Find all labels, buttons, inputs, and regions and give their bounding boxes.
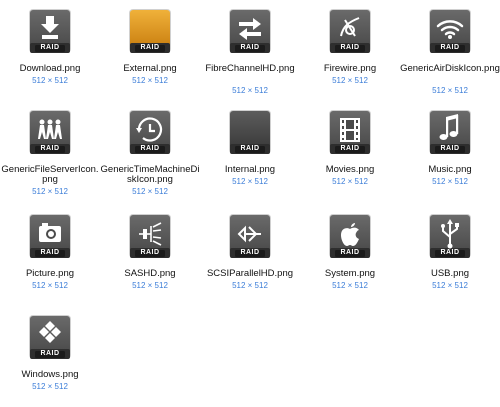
file-name: Firewire.png (323, 63, 377, 74)
raid-badge: RAID (240, 145, 260, 152)
sas-icon[interactable]: RAID (125, 211, 175, 261)
raid-badge: RAID (340, 44, 360, 51)
raid-badge: RAID (40, 44, 60, 51)
file-dimensions: 512 × 512 (332, 281, 368, 290)
file-item[interactable]: RAID Firewire.png 512 × 512 (300, 6, 400, 98)
raid-badge: RAID (240, 44, 260, 51)
external-drive-icon[interactable]: RAID (125, 6, 175, 56)
file-grid: RAID Download.png 512 × 512 RAID External.p… (0, 0, 500, 407)
file-name: Windows.png (21, 369, 79, 380)
file-item[interactable]: RAID GenericFileServerIcon.png 512 × 512 (0, 107, 100, 199)
file-item[interactable]: RAID Windows.png 512 × 512 (0, 312, 100, 404)
download-arrow-icon[interactable]: RAID (25, 6, 75, 56)
file-dimensions: 512 × 512 (32, 187, 68, 196)
fibre-channel-icon[interactable]: RAID (225, 6, 275, 56)
music-note-icon[interactable]: RAID (425, 107, 475, 157)
raid-badge: RAID (140, 249, 160, 256)
raid-badge: RAID (40, 249, 60, 256)
firewire-icon[interactable]: RAID (325, 6, 375, 56)
raid-badge: RAID (40, 145, 60, 152)
file-item[interactable]: RAID System.png 512 × 512 (300, 211, 400, 303)
file-dimensions: 512 × 512 (432, 177, 468, 186)
file-dimensions: 512 × 512 (132, 187, 168, 196)
file-dimensions: 512 × 512 (232, 86, 268, 95)
file-dimensions: 512 × 512 (332, 76, 368, 85)
file-item[interactable]: RAID GenericAirDiskIcon.png 512 × 512 (400, 6, 500, 98)
file-name: SCSIParallelHD.png (206, 268, 294, 279)
raid-badge: RAID (440, 145, 460, 152)
scsi-icon[interactable]: RAID (225, 211, 275, 261)
file-name: System.png (324, 268, 376, 279)
file-dimensions: 512 × 512 (132, 281, 168, 290)
film-icon[interactable]: RAID (325, 107, 375, 157)
file-item[interactable]: RAID SASHD.png 512 × 512 (100, 211, 200, 303)
file-item[interactable]: RAID External.png 512 × 512 (100, 6, 200, 98)
file-name: USB.png (430, 268, 470, 279)
people-icon[interactable]: RAID (25, 107, 75, 157)
raid-badge: RAID (140, 44, 160, 51)
file-dimensions: 512 × 512 (232, 281, 268, 290)
file-name: FibreChannelHD.png (205, 63, 295, 74)
file-item[interactable]: RAID Music.png 512 × 512 (400, 107, 500, 199)
internal-drive-icon[interactable]: RAID (225, 107, 275, 157)
file-name: External.png (123, 63, 177, 74)
wifi-icon[interactable]: RAID (425, 6, 475, 56)
file-item[interactable]: RAID Movies.png 512 × 512 (300, 107, 400, 199)
file-item[interactable]: RAID FibreChannelHD.png 512 × 512 (200, 6, 300, 98)
file-item[interactable]: RAID GenericTimeMachineDiskIcon.png 512 × … (100, 107, 200, 199)
time-machine-icon[interactable]: RAID (125, 107, 175, 157)
file-name: GenericFileServerIcon.png (1, 164, 99, 185)
file-name: Picture.png (25, 268, 75, 279)
file-item[interactable]: RAID Download.png 512 × 512 (0, 6, 100, 98)
file-name: Movies.png (325, 164, 375, 175)
file-dimensions: 512 × 512 (332, 177, 368, 186)
camera-icon[interactable]: RAID (25, 211, 75, 261)
windows-icon[interactable]: RAID (25, 312, 75, 362)
raid-badge: RAID (340, 145, 360, 152)
file-item[interactable]: RAID USB.png 512 × 512 (400, 211, 500, 303)
file-dimensions: 512 × 512 (32, 382, 68, 391)
file-dimensions: 512 × 512 (432, 86, 468, 95)
raid-badge: RAID (340, 249, 360, 256)
file-name: Internal.png (224, 164, 276, 175)
apple-icon[interactable]: RAID (325, 211, 375, 261)
raid-badge: RAID (440, 249, 460, 256)
file-dimensions: 512 × 512 (232, 177, 268, 186)
file-item[interactable]: RAID SCSIParallelHD.png 512 × 512 (200, 211, 300, 303)
file-dimensions: 512 × 512 (32, 76, 68, 85)
file-dimensions: 512 × 512 (132, 76, 168, 85)
raid-badge: RAID (140, 145, 160, 152)
usb-icon[interactable]: RAID (425, 211, 475, 261)
file-name: GenericAirDiskIcon.png (400, 63, 500, 74)
raid-badge: RAID (240, 249, 260, 256)
raid-badge: RAID (40, 350, 60, 357)
raid-badge: RAID (440, 44, 460, 51)
file-dimensions: 512 × 512 (432, 281, 468, 290)
file-dimensions: 512 × 512 (32, 281, 68, 290)
file-item[interactable]: RAID Picture.png 512 × 512 (0, 211, 100, 303)
file-item[interactable]: RAID Internal.png 512 × 512 (200, 107, 300, 199)
file-name: Download.png (19, 63, 81, 74)
file-name: SASHD.png (124, 268, 176, 279)
file-name: Music.png (428, 164, 472, 175)
file-name: GenericTimeMachineDiskIcon.png (100, 164, 200, 185)
